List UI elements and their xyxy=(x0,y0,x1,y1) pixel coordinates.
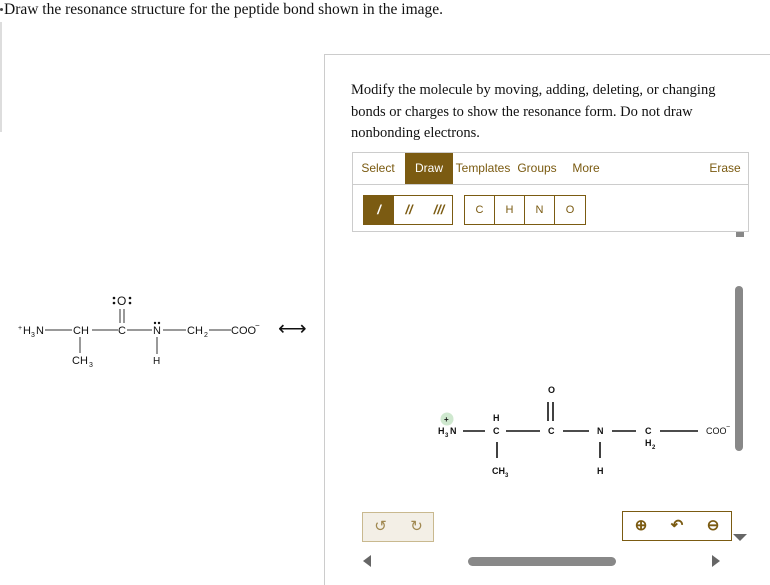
scroll-right-arrow[interactable] xyxy=(712,555,720,567)
left-n-dot xyxy=(157,321,161,325)
left-o-dot xyxy=(128,301,132,305)
left-o-dot xyxy=(112,296,116,300)
zoom-controls: ⊕ ↶ ⊖ xyxy=(622,511,732,541)
canvas-h3n-n: N xyxy=(450,426,457,436)
canvas-ch3-sub: 3 xyxy=(505,473,509,479)
left-minus: − xyxy=(255,321,260,330)
left-o-dot xyxy=(112,301,116,305)
left-h: H xyxy=(153,356,160,367)
canvas-h3n-sub: 3 xyxy=(445,433,449,439)
canvas-n: N xyxy=(597,426,604,436)
left-n-dot xyxy=(153,321,157,325)
left-ch: CH xyxy=(73,325,89,337)
left-plus: + xyxy=(18,325,22,332)
horizontal-scrollbar[interactable] xyxy=(468,557,616,566)
left-ch2-sub: 2 xyxy=(204,332,208,339)
left-ch3: CH xyxy=(72,355,88,367)
left-nh3-sub: 3 xyxy=(31,332,35,339)
canvas-h2: H xyxy=(645,438,652,448)
left-c: C xyxy=(118,325,126,337)
undo-redo-group: ↺ ↻ xyxy=(362,512,434,542)
canvas-minus: − xyxy=(726,424,730,431)
canvas-c2: C xyxy=(548,426,555,436)
redo-icon[interactable]: ↻ xyxy=(399,513,434,541)
vertical-scrollbar-cap xyxy=(736,232,744,237)
reset-zoom-icon[interactable]: ↶ xyxy=(659,512,695,540)
canvas-coo: COO xyxy=(706,426,727,436)
left-ch3-sub: 3 xyxy=(89,362,93,369)
canvas-structure: + H 3 N H C CH 3 O C N H C H 2 COO − xyxy=(438,385,730,479)
left-peptide-structure: + H 3 N CH C O N CH 2 COO − CH 3 H ⟷ xyxy=(18,294,307,369)
structures-layer: + H 3 N CH C O N CH 2 COO − CH 3 H ⟷ + H xyxy=(18,294,747,567)
canvas-h3n-h: H xyxy=(438,426,445,436)
vertical-scrollbar[interactable] xyxy=(735,286,743,451)
left-coo: COO xyxy=(231,325,257,337)
zoom-out-icon[interactable]: ⊖ xyxy=(695,512,731,540)
canvas-h-top: H xyxy=(493,413,500,423)
left-nh3-n: N xyxy=(36,325,44,337)
left-o-dot xyxy=(128,296,132,300)
resonance-arrow: ⟷ xyxy=(278,318,307,340)
scroll-left-arrow[interactable] xyxy=(363,555,371,567)
left-ch2: CH xyxy=(187,325,203,337)
left-o: O xyxy=(117,294,126,308)
canvas-c1: C xyxy=(493,426,500,436)
canvas-c3: C xyxy=(645,426,652,436)
undo-icon[interactable]: ↺ xyxy=(363,513,398,541)
left-nh3-h: H xyxy=(23,325,31,337)
scroll-down-arrow[interactable] xyxy=(733,534,747,541)
canvas-ch3: CH xyxy=(492,466,505,476)
canvas-h: H xyxy=(597,466,604,476)
left-n: N xyxy=(153,325,161,337)
zoom-in-icon[interactable]: ⊕ xyxy=(623,512,659,540)
canvas-plus: + xyxy=(444,415,449,424)
canvas-h2-sub: 2 xyxy=(652,445,656,451)
canvas-o: O xyxy=(548,385,555,395)
